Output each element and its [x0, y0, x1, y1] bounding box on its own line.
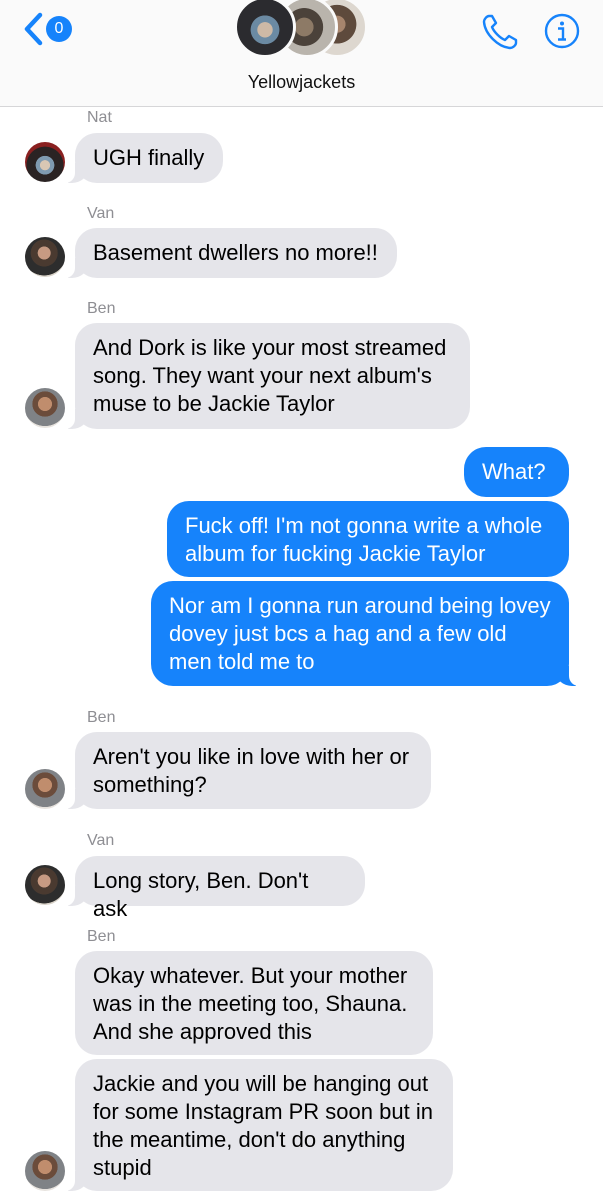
unread-count-badge: 0 [46, 16, 72, 42]
avatar[interactable] [25, 769, 65, 809]
avatar[interactable] [25, 865, 65, 905]
avatar[interactable] [25, 142, 65, 182]
avatar[interactable] [25, 237, 65, 277]
back-button[interactable]: 0 [22, 12, 72, 46]
sender-name: Van [87, 832, 115, 849]
phone-icon[interactable] [480, 12, 520, 52]
sender-name: Van [87, 205, 115, 222]
incoming-message-bubble[interactable]: Okay whatever. But your mother was in th… [75, 951, 433, 1055]
message-text: UGH finally [93, 145, 205, 170]
group-avatar-stack[interactable] [234, 0, 374, 60]
message-text: Nor am I gonna run around being lovey do… [169, 593, 551, 674]
info-icon[interactable] [544, 13, 580, 49]
outgoing-message-bubble[interactable]: Nor am I gonna run around being lovey do… [151, 581, 595, 686]
incoming-message-bubble[interactable]: UGH finally [49, 133, 223, 183]
sender-name: Ben [87, 928, 116, 945]
message-text: Fuck off! I'm not gonna write a whole al… [185, 513, 543, 566]
outgoing-message-bubble[interactable]: What? [464, 447, 569, 497]
avatar[interactable] [25, 388, 65, 428]
incoming-message-bubble[interactable]: Jackie and you will be hanging out for s… [49, 1059, 453, 1191]
message-text: Long story, Ben. Don't ask [93, 868, 309, 921]
incoming-message-bubble[interactable]: Long story, Ben. Don't ask [49, 856, 365, 921]
sender-name: Ben [87, 709, 116, 726]
message-text: Aren't you like in love with her or some… [93, 744, 410, 797]
message-text: What? [482, 459, 546, 484]
message-text: Jackie and you will be hanging out for s… [93, 1071, 433, 1180]
avatar[interactable] [25, 1151, 65, 1191]
message-text: And Dork is like your most streamed song… [93, 335, 447, 416]
message-text: Basement dwellers no more!! [93, 240, 378, 265]
incoming-message-bubble[interactable]: And Dork is like your most streamed song… [49, 323, 470, 429]
back-chevron-icon [24, 12, 43, 46]
incoming-message-bubble[interactable]: Basement dwellers no more!! [49, 228, 397, 278]
outgoing-message-bubble[interactable]: Fuck off! I'm not gonna write a whole al… [167, 501, 569, 577]
incoming-message-bubble[interactable]: Aren't you like in love with her or some… [49, 732, 431, 809]
group-name[interactable]: Yellowjackets [0, 72, 603, 93]
conversation-header: 0 Yellowjackets [0, 0, 603, 107]
message-text: Okay whatever. But your mother was in th… [93, 963, 408, 1044]
sender-name: Nat [87, 109, 112, 126]
sender-name: Ben [87, 300, 116, 317]
